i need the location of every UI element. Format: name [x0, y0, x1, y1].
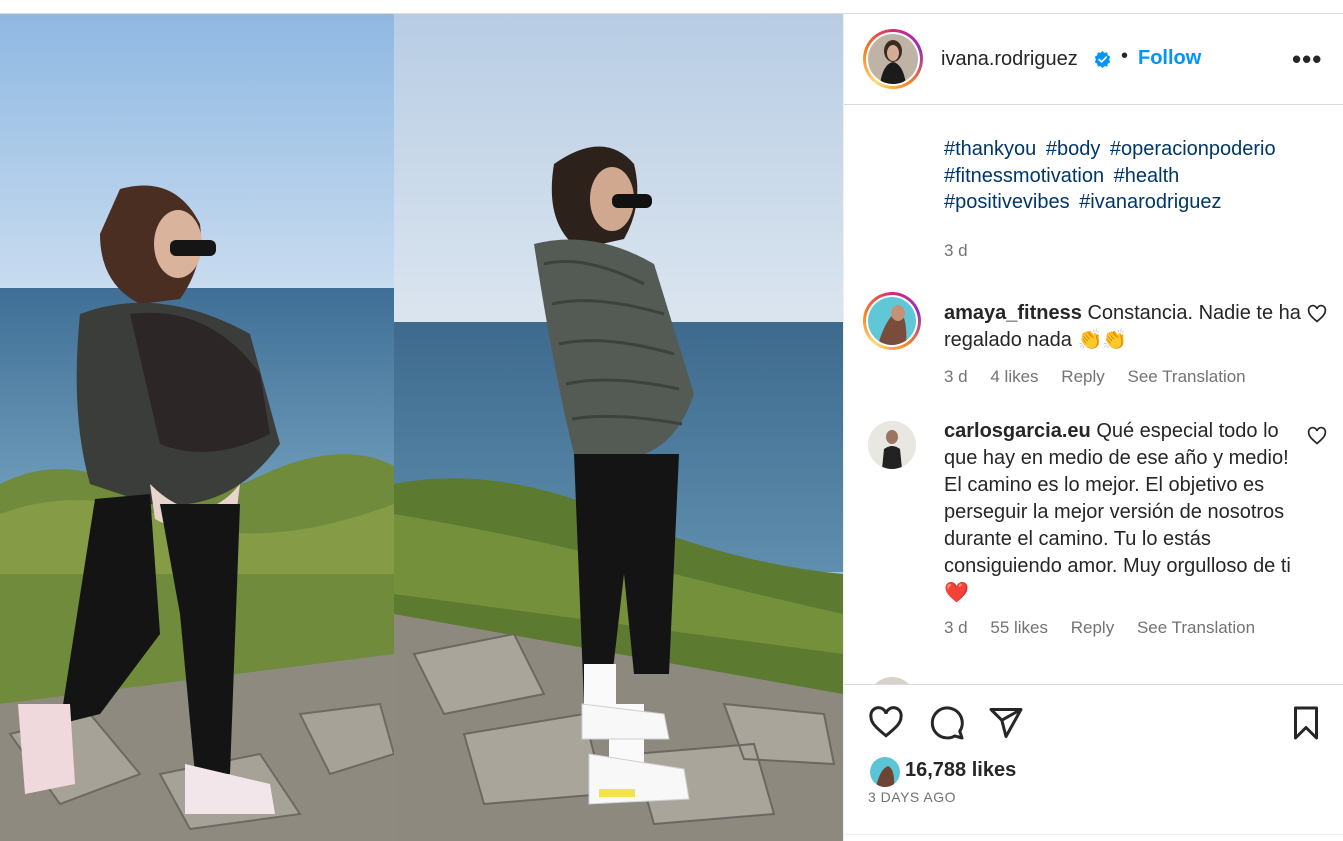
- commenter-avatar[interactable]: [868, 421, 916, 469]
- hashtag-link[interactable]: #health: [1114, 165, 1180, 187]
- reply-button[interactable]: Reply: [1071, 618, 1114, 637]
- heart-icon[interactable]: [868, 705, 904, 741]
- hashtag-link[interactable]: #thankyou: [944, 138, 1036, 160]
- hashtag-link[interactable]: #body: [1046, 138, 1101, 160]
- follow-button[interactable]: Follow: [1138, 47, 1201, 70]
- comment-likes[interactable]: 4 likes: [990, 367, 1038, 386]
- post-header: ivana.rodriguez • Follow •••: [844, 14, 1343, 105]
- hashtag-link[interactable]: #operacionpoderio: [1110, 138, 1276, 160]
- share-icon[interactable]: [988, 705, 1024, 741]
- reply-button[interactable]: Reply: [1061, 367, 1104, 386]
- see-translation-button[interactable]: See Translation: [1128, 367, 1246, 386]
- comment-meta: 3 d 4 likes Reply See Translation: [944, 367, 1264, 387]
- post-timestamp[interactable]: 3 DAYS AGO: [868, 789, 956, 805]
- post-media[interactable]: [0, 14, 843, 841]
- comment-age[interactable]: 3 d: [944, 618, 968, 637]
- verified-badge-icon: [1094, 50, 1111, 69]
- photo-woman-with-baby-carrier: [0, 14, 394, 841]
- caption-age[interactable]: 3 d: [944, 241, 968, 261]
- comment-text: amaya_fitness Constancia. Nadie te ha re…: [944, 300, 1304, 354]
- author-username[interactable]: ivana.rodriguez: [941, 48, 1078, 71]
- hashtag-link[interactable]: #ivanarodriguez: [1079, 191, 1221, 213]
- commenter-avatar[interactable]: [868, 677, 916, 684]
- panel-bottom-divider: [844, 834, 1343, 835]
- comment-username[interactable]: carlosgarcia.eu: [944, 420, 1091, 442]
- heart-icon[interactable]: [1307, 304, 1327, 324]
- caption-hashtags: #thankyou #body #operacionpoderio #fitne…: [944, 136, 1314, 216]
- bookmark-icon[interactable]: [1288, 705, 1324, 741]
- more-options-icon[interactable]: •••: [1292, 44, 1322, 75]
- hashtag-link[interactable]: #positivevibes: [944, 191, 1070, 213]
- post-actions-bar: 16,788 likes 3 DAYS AGO: [844, 684, 1343, 841]
- comments-scroll-area[interactable]: #thankyou #body #operacionpoderio #fitne…: [844, 105, 1343, 684]
- hashtag-link[interactable]: #fitnessmotivation: [944, 165, 1104, 187]
- author-avatar[interactable]: [863, 29, 923, 89]
- comment-icon[interactable]: [929, 705, 965, 741]
- see-translation-button[interactable]: See Translation: [1137, 618, 1255, 637]
- comment-age[interactable]: 3 d: [944, 367, 968, 386]
- comment-body: Qué especial todo lo que hay en medio de…: [944, 420, 1291, 604]
- photo-woman-puffer-jacket: [394, 14, 843, 841]
- liker-avatar[interactable]: [868, 755, 902, 789]
- comment-text: carlosgarcia.eu Qué especial todo lo que…: [944, 418, 1304, 607]
- heart-icon[interactable]: [1307, 426, 1327, 446]
- post-sidebar: ivana.rodriguez • Follow ••• #thankyou #…: [843, 14, 1343, 841]
- caption-cut-emoji: [942, 105, 1132, 116]
- likes-count[interactable]: 16,788 likes: [905, 759, 1016, 782]
- comment-likes[interactable]: 55 likes: [990, 618, 1048, 637]
- comment-username[interactable]: amaya_fitness: [944, 302, 1082, 324]
- header-separator: •: [1121, 45, 1129, 67]
- commenter-avatar[interactable]: [863, 292, 921, 350]
- comment-meta: 3 d 55 likes Reply See Translation: [944, 618, 1273, 638]
